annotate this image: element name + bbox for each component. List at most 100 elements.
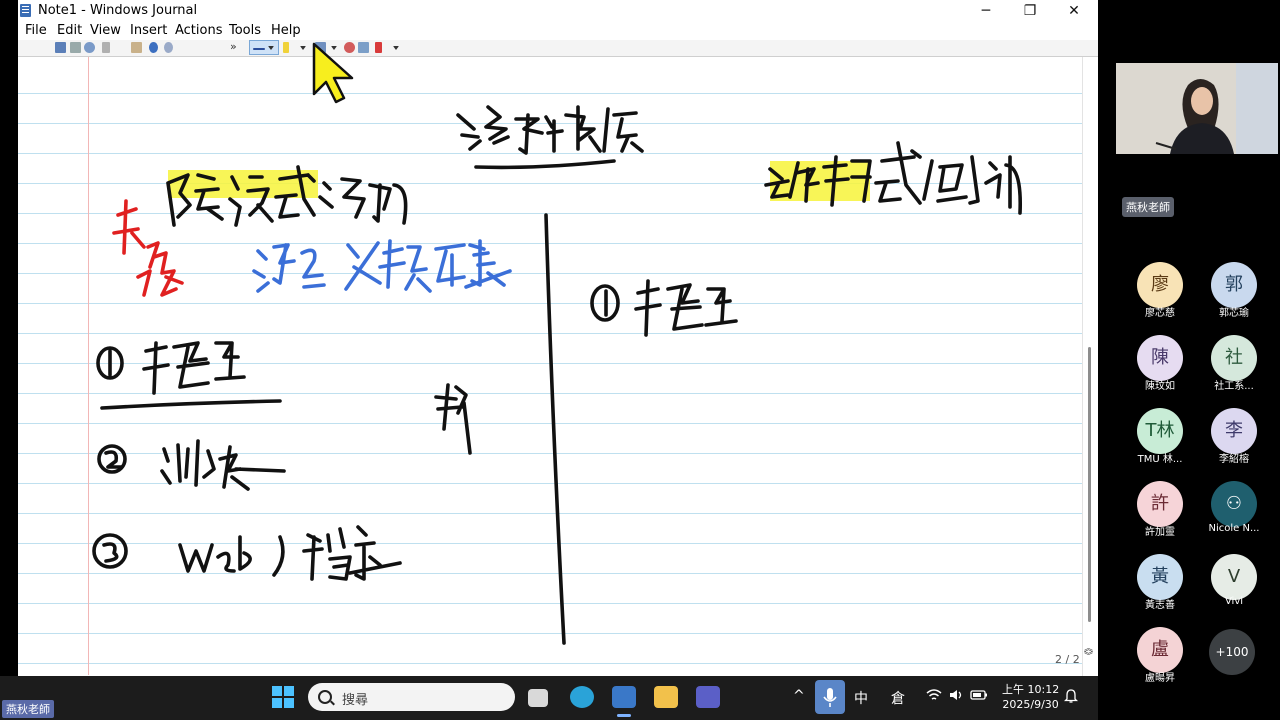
page-nav-arrows-icon[interactable]: ︽ ︾ [1084, 645, 1093, 662]
taskbar-clock[interactable]: 上午 10:12 2025/9/30 [1002, 682, 1059, 712]
user-name-chip: 燕秋老師 [2, 700, 54, 718]
avatar: 陳 [1137, 335, 1183, 381]
person-icon: ⚇ [1211, 481, 1257, 527]
avatar: 許 [1137, 481, 1183, 527]
journal-taskbar-icon[interactable] [612, 686, 636, 708]
meeting-panel: 燕秋老師 廖 廖芯慈 郭 郭芯瑜 陳 陳玟如 社 社工系... T林 TMU 林… [1098, 0, 1280, 720]
toolbar: » [18, 40, 1098, 109]
clock-time: 上午 10:12 [1002, 683, 1060, 696]
presenter-video[interactable] [1116, 63, 1278, 154]
close-button[interactable]: ✕ [1052, 0, 1096, 22]
participant-name: 盧暘昇 [1145, 673, 1175, 684]
ink-item-2-left [97, 439, 286, 491]
ink-heading-center [456, 105, 644, 170]
taskbar-search[interactable]: 搜尋 [308, 683, 515, 711]
avatar: 社 [1211, 335, 1257, 381]
participant-name: 陳玟如 [1145, 381, 1175, 392]
menu-help[interactable]: Help [271, 23, 301, 38]
paste-icon[interactable] [131, 42, 142, 53]
menu-edit[interactable]: Edit [57, 23, 82, 38]
file-explorer-icon[interactable] [654, 686, 678, 708]
window-title: Note1 - Windows Journal [38, 3, 198, 18]
avatar: 盧 [1137, 627, 1183, 673]
title-bar: Note1 - Windows Journal ─ ❐ ✕ [18, 0, 1098, 22]
participant-name: Nicole N... [1208, 523, 1260, 534]
avatar: T林 [1137, 408, 1183, 454]
highlighter-dropdown-icon[interactable] [300, 46, 306, 50]
pen-dropdown-icon[interactable] [268, 46, 274, 50]
menu-view[interactable]: View [90, 23, 121, 38]
find-icon[interactable] [84, 42, 95, 53]
ime-input-method[interactable]: 倉 [891, 688, 905, 708]
insert-space-icon[interactable] [358, 42, 369, 53]
cut-icon[interactable] [102, 42, 110, 53]
participant-tile[interactable]: 黃 黃志善 [1132, 554, 1188, 611]
page-down-icon[interactable]: ︾ [1084, 653, 1093, 662]
participant-tile[interactable]: V Vivi [1206, 554, 1262, 607]
ink-item-3-left [92, 525, 402, 581]
search-icon [318, 690, 332, 704]
undo-icon[interactable] [149, 42, 158, 53]
participant-tile[interactable]: 許 許加靈 [1132, 481, 1188, 538]
participant-tile[interactable]: 李 李紹榕 [1206, 408, 1262, 465]
scrollbar-thumb[interactable] [1088, 347, 1091, 622]
flag-icon[interactable] [375, 42, 382, 53]
flag-dropdown-icon[interactable] [393, 46, 399, 50]
participant-name: 廖芯慈 [1145, 308, 1175, 319]
active-app-indicator [617, 714, 631, 717]
participant-name: 黃志善 [1145, 600, 1175, 611]
wifi-icon[interactable] [926, 688, 942, 705]
participant-name: Vivi [1224, 596, 1244, 607]
ink-glyph-middle [434, 383, 472, 455]
participant-name: TMU 林... [1137, 454, 1183, 465]
pen-icon[interactable] [253, 48, 265, 50]
participant-name: 李紹榕 [1219, 454, 1249, 465]
menu-file[interactable]: File [25, 23, 47, 38]
edge-browser-icon[interactable] [570, 686, 594, 708]
restore-button[interactable]: ❐ [1008, 0, 1052, 22]
vertical-scrollbar[interactable] [1082, 57, 1099, 676]
microphone-icon[interactable] [815, 680, 845, 714]
participant-tile[interactable]: T林 TMU 林... [1132, 408, 1188, 465]
menu-insert[interactable]: Insert [130, 23, 167, 38]
presenter-name-chip: 燕秋老師 [1122, 197, 1174, 217]
avatar: 黃 [1137, 554, 1183, 600]
avatar: 李 [1211, 408, 1257, 454]
save-icon[interactable] [55, 42, 66, 53]
presenter-silhouette [1116, 63, 1278, 154]
task-view-icon[interactable] [528, 689, 548, 707]
avatar: V [1211, 554, 1257, 600]
participant-tile[interactable]: 盧 盧暘昇 [1132, 627, 1188, 684]
highlighter-icon[interactable] [283, 42, 289, 53]
page-counter: 2 / 2 [1055, 653, 1080, 666]
redo-icon[interactable] [164, 42, 173, 53]
participant-tile[interactable]: 社 社工系... [1206, 335, 1262, 392]
menu-actions[interactable]: Actions [175, 23, 223, 38]
journal-window: Note1 - Windows Journal ─ ❐ ✕ File Edit … [18, 0, 1099, 676]
volume-icon[interactable] [948, 688, 964, 706]
ime-mode-indicator[interactable]: 中 [854, 688, 868, 708]
minimize-button[interactable]: ─ [964, 0, 1008, 22]
more-participants-button[interactable]: +100 [1209, 629, 1255, 675]
participant-tile[interactable]: 廖 廖芯慈 [1132, 262, 1188, 319]
start-button[interactable] [272, 686, 294, 708]
print-icon[interactable] [70, 42, 81, 53]
participant-name: 社工系... [1214, 381, 1254, 392]
toolbar-overflow-icon[interactable]: » [230, 40, 237, 53]
notification-icon[interactable] [1063, 688, 1079, 708]
menu-tools[interactable]: Tools [229, 23, 261, 38]
participant-tile[interactable]: ⚇ Nicole N... [1206, 481, 1262, 534]
battery-icon[interactable] [970, 688, 988, 706]
clock-date: 2025/9/30 [1002, 698, 1059, 711]
participant-name: 許加靈 [1145, 527, 1175, 538]
mouse-cursor-icon [312, 42, 354, 104]
tray-overflow-icon[interactable]: ^ [793, 688, 805, 704]
menu-bar: File Edit View Insert Actions Tools Help [18, 22, 1098, 40]
teams-icon[interactable] [696, 686, 720, 708]
ink-item-1-right [590, 279, 738, 337]
participant-tile[interactable]: 郭 郭芯瑜 [1206, 262, 1262, 319]
participant-tile[interactable]: 陳 陳玟如 [1132, 335, 1188, 392]
note-page[interactable] [18, 57, 1082, 675]
avatar: 郭 [1211, 262, 1257, 308]
ink-item-1-left [96, 341, 282, 410]
